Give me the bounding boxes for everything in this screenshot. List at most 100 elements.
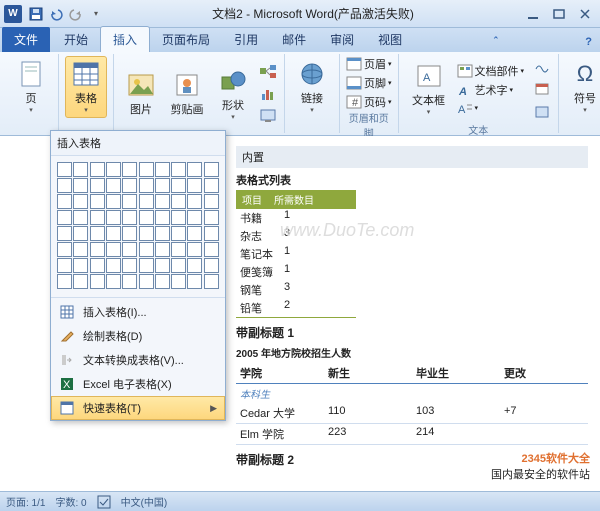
grid-cell[interactable] <box>187 210 202 225</box>
grid-cell[interactable] <box>204 242 219 257</box>
grid-cell[interactable] <box>106 194 121 209</box>
grid-cell[interactable] <box>57 242 72 257</box>
grid-cell[interactable] <box>187 226 202 241</box>
grid-cell[interactable] <box>106 258 121 273</box>
grid-cell[interactable] <box>122 162 137 177</box>
tab-review[interactable]: 审阅 <box>318 27 366 52</box>
shapes-button[interactable]: 形状▾ <box>212 63 254 125</box>
menu-draw-table[interactable]: 绘制表格(D) <box>51 324 225 348</box>
qat-dropdown-icon[interactable]: ▾ <box>88 6 104 22</box>
table-button[interactable]: 表格▾ <box>65 56 107 118</box>
grid-cell[interactable] <box>171 274 186 289</box>
tab-view[interactable]: 视图 <box>366 27 414 52</box>
grid-cell[interactable] <box>155 242 170 257</box>
smartart-button[interactable] <box>258 62 278 82</box>
menu-insert-table[interactable]: 插入表格(I)... <box>51 300 225 324</box>
grid-cell[interactable] <box>73 210 88 225</box>
quickparts-button[interactable]: 文档部件▾ <box>457 63 525 79</box>
grid-cell[interactable] <box>73 242 88 257</box>
grid-cell[interactable] <box>90 226 105 241</box>
grid-cell[interactable] <box>171 242 186 257</box>
grid-cell[interactable] <box>155 162 170 177</box>
grid-cell[interactable] <box>57 162 72 177</box>
grid-cell[interactable] <box>187 274 202 289</box>
grid-cell[interactable] <box>155 226 170 241</box>
close-button[interactable] <box>574 6 596 22</box>
grid-cell[interactable] <box>122 194 137 209</box>
wordart-button[interactable]: A艺术字▾ <box>457 82 525 98</box>
grid-cell[interactable] <box>122 274 137 289</box>
grid-cell[interactable] <box>73 226 88 241</box>
grid-cell[interactable] <box>171 210 186 225</box>
maximize-button[interactable] <box>548 6 570 22</box>
table-size-grid[interactable] <box>51 156 225 295</box>
grid-cell[interactable] <box>171 258 186 273</box>
screenshot-button[interactable] <box>258 106 278 126</box>
grid-cell[interactable] <box>57 226 72 241</box>
grid-cell[interactable] <box>155 258 170 273</box>
grid-cell[interactable] <box>90 242 105 257</box>
tab-references[interactable]: 引用 <box>222 27 270 52</box>
grid-cell[interactable] <box>122 258 137 273</box>
grid-cell[interactable] <box>155 194 170 209</box>
grid-cell[interactable] <box>139 194 154 209</box>
status-words[interactable]: 字数: 0 <box>55 494 86 509</box>
picture-button[interactable]: 图片 <box>120 63 162 125</box>
tab-layout[interactable]: 页面布局 <box>150 27 222 52</box>
grid-cell[interactable] <box>204 178 219 193</box>
menu-quick-tables[interactable]: 快速表格(T)▶ <box>51 396 225 420</box>
grid-cell[interactable] <box>139 226 154 241</box>
grid-cell[interactable] <box>204 194 219 209</box>
grid-cell[interactable] <box>106 162 121 177</box>
grid-cell[interactable] <box>57 194 72 209</box>
clipart-button[interactable]: 剪贴画 <box>166 63 208 125</box>
footer-button[interactable]: 页脚▾ <box>346 75 392 91</box>
undo-icon[interactable] <box>48 6 64 22</box>
grid-cell[interactable] <box>90 258 105 273</box>
grid-cell[interactable] <box>139 274 154 289</box>
grid-cell[interactable] <box>73 178 88 193</box>
status-language[interactable]: 中文(中国) <box>121 494 168 509</box>
status-page[interactable]: 页面: 1/1 <box>6 494 45 509</box>
grid-cell[interactable] <box>57 274 72 289</box>
grid-cell[interactable] <box>187 242 202 257</box>
grid-cell[interactable] <box>139 178 154 193</box>
grid-cell[interactable] <box>139 210 154 225</box>
grid-cell[interactable] <box>106 226 121 241</box>
menu-excel-table[interactable]: XExcel 电子表格(X) <box>51 372 225 396</box>
grid-cell[interactable] <box>90 178 105 193</box>
grid-cell[interactable] <box>171 178 186 193</box>
grid-cell[interactable] <box>57 178 72 193</box>
grid-cell[interactable] <box>171 194 186 209</box>
grid-cell[interactable] <box>155 210 170 225</box>
grid-cell[interactable] <box>57 258 72 273</box>
grid-cell[interactable] <box>139 258 154 273</box>
grid-cell[interactable] <box>106 178 121 193</box>
tab-insert[interactable]: 插入 <box>100 26 150 52</box>
textbox-button[interactable]: A文本框▾ <box>405 58 453 120</box>
grid-cell[interactable] <box>187 162 202 177</box>
symbol-button[interactable]: Ω符号▾ <box>565 56 600 118</box>
grid-cell[interactable] <box>122 210 137 225</box>
page-button[interactable]: 页▾ <box>10 56 52 118</box>
grid-cell[interactable] <box>73 258 88 273</box>
grid-cell[interactable] <box>122 242 137 257</box>
table-enrollment[interactable]: 学院新生毕业生更改 本科生 Cedar 大学110103+7 Elm 学院223… <box>236 363 588 445</box>
minimize-button[interactable] <box>522 6 544 22</box>
chart-button[interactable] <box>258 84 278 104</box>
grid-cell[interactable] <box>187 258 202 273</box>
grid-cell[interactable] <box>106 210 121 225</box>
grid-cell[interactable] <box>204 226 219 241</box>
object-button[interactable] <box>532 102 552 122</box>
grid-cell[interactable] <box>204 274 219 289</box>
grid-cell[interactable] <box>204 162 219 177</box>
grid-cell[interactable] <box>57 210 72 225</box>
header-button[interactable]: 页眉▾ <box>346 56 392 72</box>
grid-cell[interactable] <box>204 258 219 273</box>
help-icon[interactable]: ? <box>577 32 600 52</box>
grid-cell[interactable] <box>187 194 202 209</box>
signature-button[interactable] <box>532 56 552 76</box>
tab-mailings[interactable]: 邮件 <box>270 27 318 52</box>
grid-cell[interactable] <box>155 274 170 289</box>
grid-cell[interactable] <box>106 274 121 289</box>
